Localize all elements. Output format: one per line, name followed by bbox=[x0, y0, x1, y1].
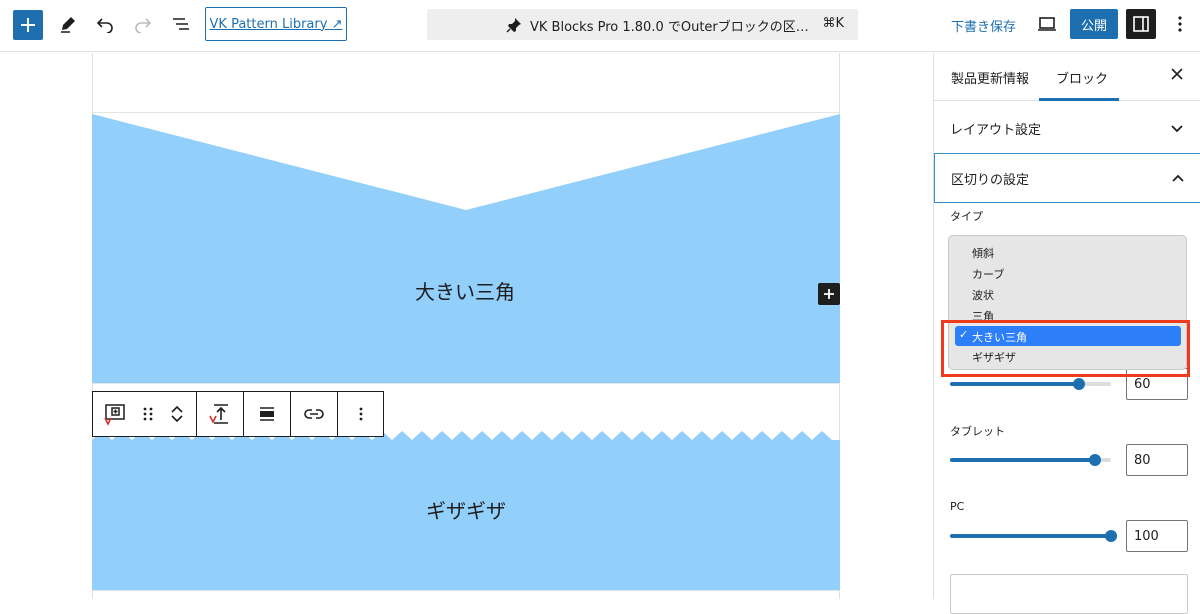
divider-line bbox=[92, 590, 840, 591]
block-heading[interactable]: 大きい三角 bbox=[415, 276, 515, 305]
align-full-icon bbox=[260, 407, 274, 421]
divider-size-tablet-input[interactable]: 80 bbox=[1126, 444, 1188, 476]
close-icon[interactable] bbox=[1170, 67, 1184, 81]
preview-button[interactable] bbox=[1035, 12, 1059, 36]
plus-icon bbox=[824, 289, 834, 299]
editor-top-toolbar: VK Pattern Library ↗ VK Blocks Pro 1.80.… bbox=[0, 0, 1200, 52]
slider-fill bbox=[950, 458, 1095, 462]
pc-label: PC bbox=[950, 500, 965, 513]
block-heading[interactable]: ギザギザ bbox=[426, 495, 506, 524]
chevron-down-icon bbox=[1171, 124, 1183, 132]
divider-line bbox=[92, 112, 840, 113]
block-options-button[interactable] bbox=[338, 392, 383, 436]
outer-block-big-triangle[interactable]: 大きい三角 bbox=[92, 114, 840, 383]
panel-title: 区切りの設定 bbox=[951, 172, 1030, 188]
chevron-down-icon[interactable] bbox=[170, 414, 184, 424]
color-control-box[interactable] bbox=[950, 574, 1188, 614]
link-button[interactable] bbox=[291, 392, 337, 436]
more-vertical-icon bbox=[1178, 16, 1182, 32]
outer-block-icon bbox=[104, 404, 125, 426]
vertical-spacing-icon bbox=[209, 404, 228, 424]
panel-title: レイアウト設定 bbox=[950, 123, 1042, 138]
drag-handle-icon bbox=[143, 407, 153, 421]
panel-layout-settings[interactable]: レイアウト設定 bbox=[934, 104, 1200, 154]
document-overview-button[interactable] bbox=[169, 12, 193, 36]
tab-block[interactable]: ブロック bbox=[1056, 68, 1108, 87]
save-draft-button[interactable]: 下書き保存 bbox=[951, 16, 1016, 35]
block-toolbar bbox=[92, 391, 384, 437]
align-button[interactable] bbox=[244, 392, 290, 436]
tools-button[interactable] bbox=[56, 12, 80, 36]
active-tab-indicator bbox=[1039, 98, 1119, 101]
divider-size-mobile-slider[interactable] bbox=[950, 378, 1111, 390]
move-up-down-buttons[interactable] bbox=[159, 392, 195, 436]
editor-canvas: 大きい三角 ギザギザ bbox=[0, 53, 933, 599]
divider-line bbox=[92, 383, 840, 384]
panel-divider-settings[interactable]: 区切りの設定 bbox=[934, 153, 1200, 203]
sidebar-tabs: 製品更新情報 ブロック bbox=[934, 53, 1200, 101]
divider-size-pc-input[interactable]: 100 bbox=[1126, 520, 1188, 552]
annotation-highlight-box bbox=[941, 320, 1190, 377]
block-type-button[interactable] bbox=[93, 392, 137, 436]
options-menu-button[interactable] bbox=[1168, 12, 1192, 36]
divider-size-tablet-slider[interactable] bbox=[950, 454, 1111, 466]
tablet-label: タブレット bbox=[950, 425, 1005, 438]
settings-toggle-button[interactable] bbox=[1126, 9, 1156, 39]
block-inserter-button[interactable] bbox=[13, 10, 43, 40]
command-bar-title: VK Blocks Pro 1.80.0 でOuterブロックの区… bbox=[530, 20, 809, 35]
big-triangle-shape bbox=[92, 114, 840, 383]
chevron-up-icon[interactable] bbox=[170, 404, 184, 414]
command-shortcut: ⌘K bbox=[822, 16, 844, 31]
command-palette-bar[interactable]: VK Blocks Pro 1.80.0 でOuterブロックの区… ⌘K bbox=[427, 9, 858, 40]
more-vertical-icon bbox=[359, 407, 362, 421]
chevron-up-icon bbox=[1172, 174, 1184, 182]
pencil-icon bbox=[61, 17, 75, 33]
divider-size-pc-slider[interactable] bbox=[950, 530, 1117, 542]
undo-button[interactable] bbox=[93, 12, 117, 36]
inline-inserter-button[interactable] bbox=[818, 283, 840, 305]
padding-button[interactable] bbox=[197, 392, 243, 436]
tab-product-updates[interactable]: 製品更新情報 bbox=[951, 68, 1029, 87]
publish-button[interactable]: 公開 bbox=[1070, 9, 1118, 39]
desktop-preview-icon bbox=[1038, 17, 1056, 31]
pattern-library-link[interactable]: VK Pattern Library ↗ bbox=[205, 7, 347, 41]
pin-icon bbox=[506, 18, 521, 33]
outer-block-zigzag[interactable]: ギザギザ bbox=[92, 419, 840, 590]
slider-thumb[interactable] bbox=[1072, 378, 1085, 390]
redo-icon bbox=[135, 18, 152, 33]
slider-fill bbox=[950, 534, 1111, 538]
dropdown-option[interactable]: 波状 bbox=[972, 287, 994, 303]
dropdown-option[interactable]: 傾斜 bbox=[972, 245, 994, 261]
dropdown-option[interactable]: カーブ bbox=[972, 266, 1004, 282]
undo-icon bbox=[96, 18, 113, 33]
list-view-icon bbox=[173, 18, 189, 30]
plus-icon bbox=[21, 18, 35, 32]
link-icon bbox=[304, 409, 324, 419]
redo-button[interactable] bbox=[131, 12, 155, 36]
type-label: タイプ bbox=[950, 210, 983, 223]
slider-thumb[interactable] bbox=[1088, 454, 1101, 466]
slider-thumb[interactable] bbox=[1105, 530, 1117, 542]
sidebar-icon bbox=[1133, 16, 1149, 32]
drag-handle[interactable] bbox=[137, 392, 159, 436]
slider-fill bbox=[950, 382, 1079, 386]
